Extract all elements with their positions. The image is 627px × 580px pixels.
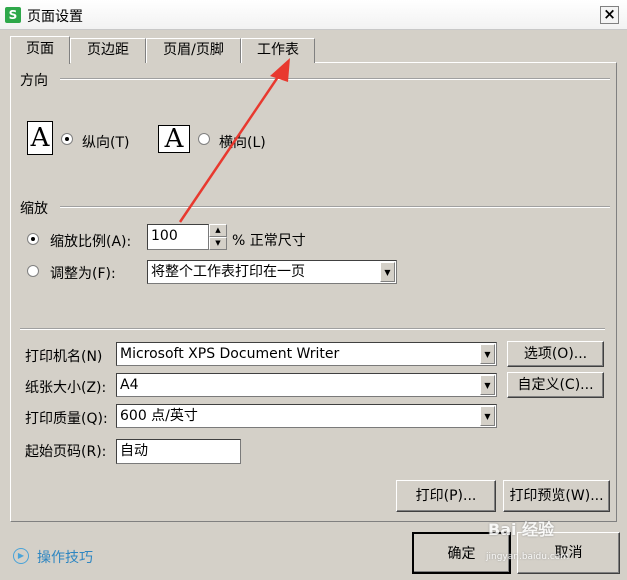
- arrow-head: [270, 58, 290, 82]
- baidu-watermark: Bai 经验: [488, 520, 555, 539]
- arrow-shaft: [178, 67, 286, 223]
- tab-page[interactable]: 页面: [10, 36, 70, 64]
- baidu-watermark-url: jingyan.baidu.com: [486, 552, 570, 562]
- annotation-arrow: [178, 58, 290, 223]
